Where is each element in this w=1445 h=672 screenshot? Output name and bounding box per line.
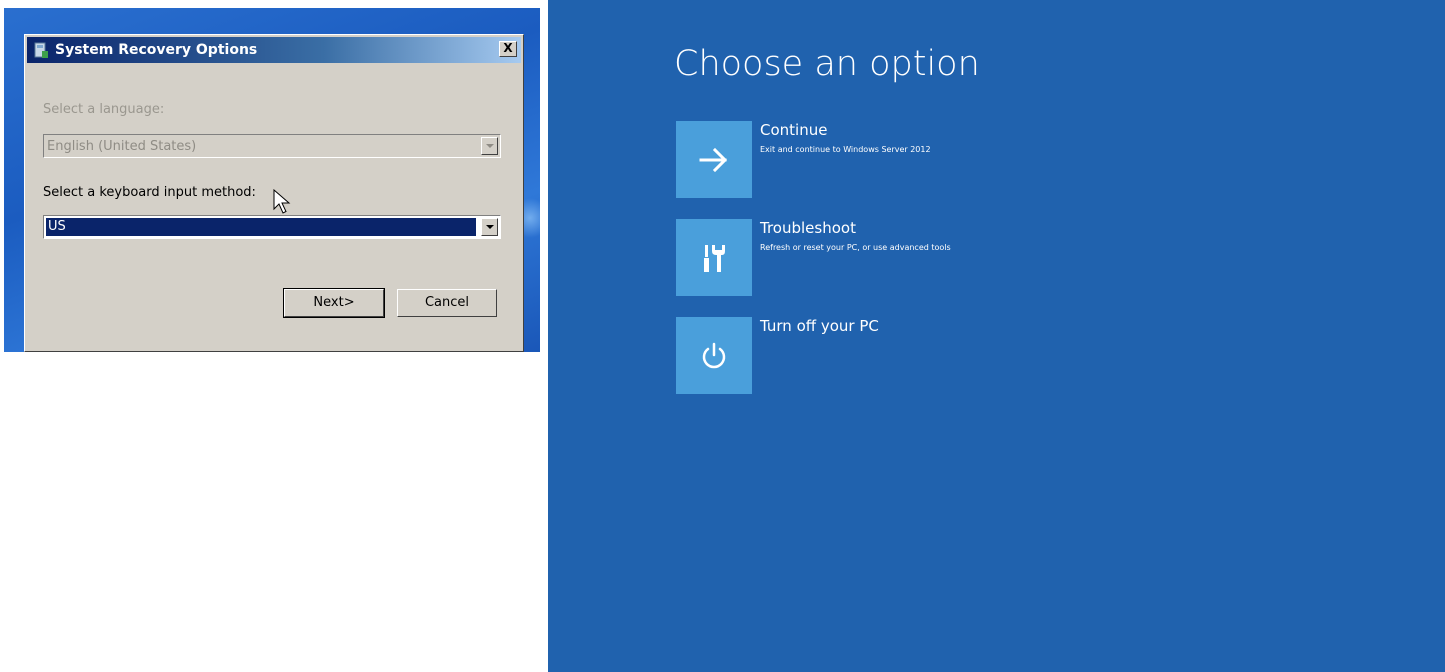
option-troubleshoot-description: Refresh or reset your PC, or use advance… [760,243,951,252]
option-troubleshoot-tile[interactable] [676,219,752,296]
keyboard-select[interactable]: US [43,215,501,239]
option-turn-off-tile[interactable] [676,317,752,394]
keyboard-select-value[interactable]: US [46,218,476,236]
option-troubleshoot-title: Troubleshoot [760,219,856,237]
desktop-background: System Recovery Options X Select a langu… [4,8,540,352]
dialog-title: System Recovery Options [55,42,258,58]
chevron-down-icon [485,144,494,148]
option-continue-tile[interactable] [676,121,752,198]
next-button[interactable]: Next> [283,288,385,318]
recovery-screen: Choose an option Continue Exit and conti… [548,0,1445,672]
close-button[interactable]: X [499,41,517,57]
mouse-cursor-icon [273,189,291,214]
cancel-button[interactable]: Cancel [397,289,497,317]
power-icon [702,342,726,368]
language-select-value: English (United States) [47,139,197,154]
option-troubleshoot[interactable]: Troubleshoot Refresh or reset your PC, o… [676,219,996,297]
language-label: Select a language: [43,102,165,117]
tools-icon [704,244,725,272]
option-continue-title: Continue [760,121,828,139]
language-select: English (United States) [43,134,501,158]
language-dropdown-button [481,137,498,155]
dialog-titlebar[interactable]: System Recovery Options X [27,37,521,63]
arrow-right-icon [699,147,728,172]
option-continue[interactable]: Continue Exit and continue to Windows Se… [676,121,996,199]
chevron-down-icon [485,225,494,229]
option-continue-description: Exit and continue to Windows Server 2012 [760,145,931,154]
recovery-icon [33,41,49,59]
option-turn-off-title: Turn off your PC [760,317,879,335]
keyboard-dropdown-button[interactable] [481,218,498,236]
option-turn-off[interactable]: Turn off your PC [676,317,996,395]
keyboard-label: Select a keyboard input method: [43,185,256,200]
system-recovery-dialog: System Recovery Options X Select a langu… [24,34,524,352]
page-title: Choose an option [674,44,980,84]
